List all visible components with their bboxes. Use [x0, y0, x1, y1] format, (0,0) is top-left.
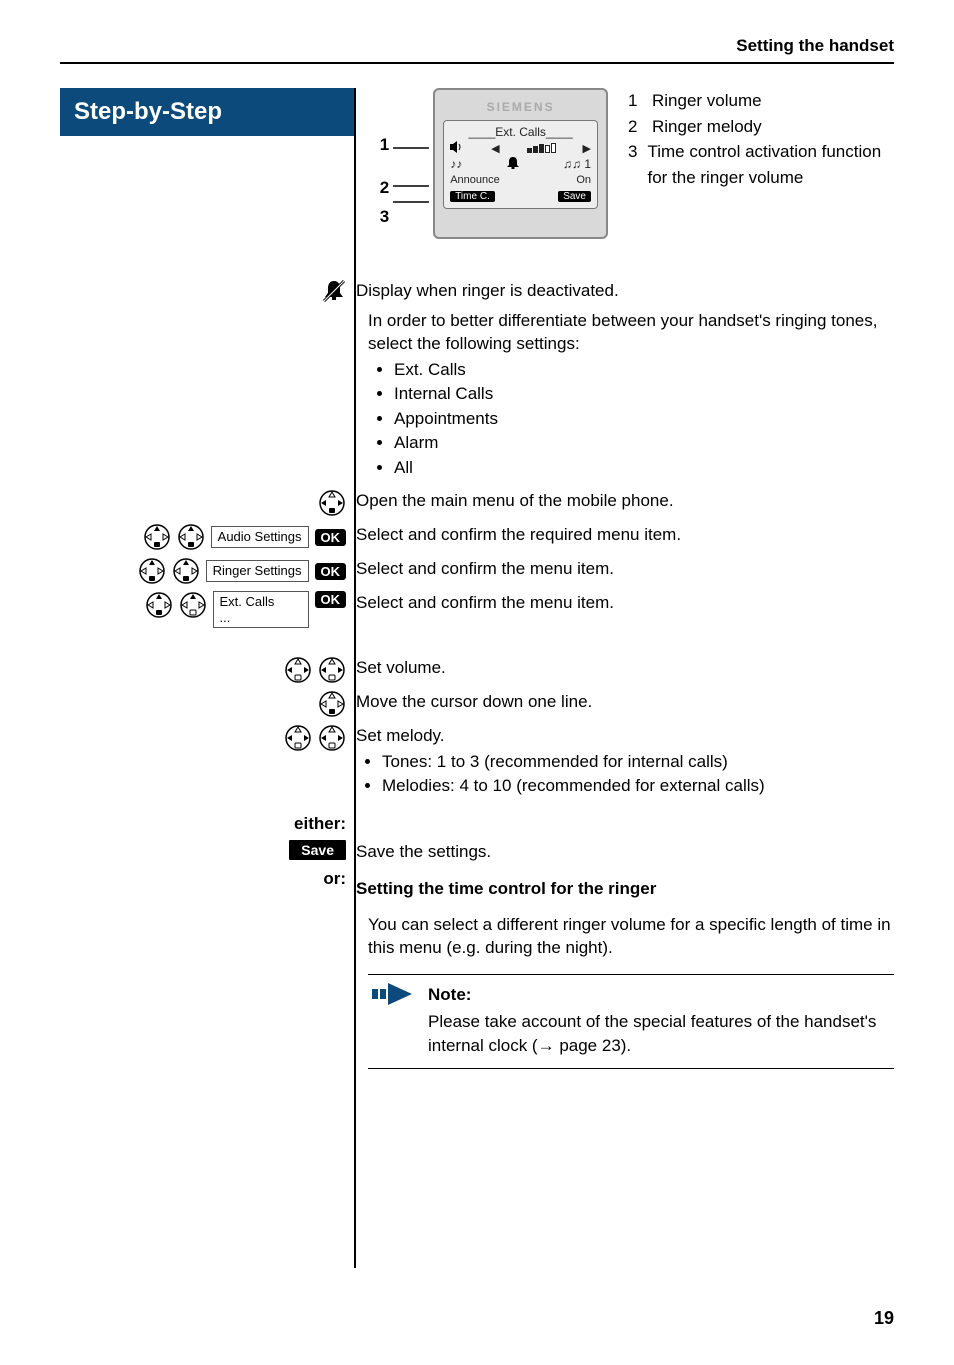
melody-list: Tones: 1 to 3 (recommended for internal …	[356, 750, 894, 798]
select-menu-text-2: Select and confirm the menu item.	[356, 591, 894, 614]
open-main-menu-text: Open the main menu of the mobile phone.	[356, 489, 894, 512]
lcd-title: ____Ext. Calls____	[450, 125, 591, 139]
speaker-icon	[450, 141, 464, 156]
time-control-body: You can select a different ringer volume…	[368, 913, 894, 960]
or-label: or:	[60, 869, 346, 889]
lcd-save-softkey: Save	[558, 191, 591, 202]
lcd-on-label: On	[576, 174, 591, 186]
set-volume-text: Set volume.	[356, 656, 894, 679]
device-lcd: ____Ext. Calls____ ◀ ▶	[443, 120, 598, 209]
either-label: either:	[60, 814, 346, 834]
volume-bars	[527, 143, 556, 153]
save-softkey: Save	[289, 840, 346, 860]
page-number: 19	[60, 1308, 894, 1329]
melody-icon: ♫♫ 1	[563, 157, 591, 171]
nav-updown-icon	[145, 591, 173, 619]
note-title: Note:	[428, 983, 890, 1007]
arrow-left-icon: ◀	[491, 142, 499, 155]
set-melody-text: Set melody.	[356, 724, 894, 747]
time-control-heading: Setting the time control for the ringer	[356, 877, 894, 900]
move-cursor-text: Move the cursor down one line.	[356, 690, 894, 713]
nav-leftright-icon	[318, 656, 346, 684]
ringer-deactivated-text: Display when ringer is deactivated.	[356, 279, 894, 302]
select-menu-text-1: Select and confirm the menu item.	[356, 557, 894, 580]
nav-down-solid-icon	[318, 690, 346, 718]
select-required-text: Select and confirm the required menu ite…	[356, 523, 894, 546]
note-arrow-icon	[372, 983, 412, 1058]
device-brand: SIEMENS	[443, 100, 598, 114]
device-callout-lines	[393, 88, 429, 230]
music-notes-icon: ♪♪	[450, 157, 462, 171]
device-legend: 1Ringer volume 2Ringer melody 3Time cont…	[628, 88, 894, 190]
menu-ext-calls: Ext. Calls ...	[213, 591, 309, 628]
note-body-text: Please take account of the special featu…	[428, 1010, 890, 1058]
nav-up-icon	[179, 591, 207, 619]
settings-list: Ext. Calls Internal Calls Appointments A…	[368, 358, 894, 479]
step-by-step-banner: Step-by-Step	[60, 88, 354, 136]
nav-updown-leftright-icon	[318, 724, 346, 752]
handset-illustration: SIEMENS ____Ext. Calls____ ◀	[433, 88, 608, 239]
save-settings-text: Save the settings.	[356, 840, 894, 863]
differentiate-paragraph: In order to better differentiate between…	[368, 309, 894, 356]
note-box: Note: Please take account of the special…	[368, 974, 894, 1069]
nav-leftright-icon	[284, 656, 312, 684]
running-header: Setting the handset	[60, 36, 894, 64]
lcd-timec-softkey: Time C.	[450, 191, 495, 202]
arrow-right-icon: ▶	[583, 142, 591, 155]
lcd-announce-label: Announce	[450, 174, 500, 186]
device-callout-numbers: 1 2 3	[368, 88, 389, 225]
nav-leftright-icon	[284, 724, 312, 752]
bell-icon	[506, 156, 520, 173]
